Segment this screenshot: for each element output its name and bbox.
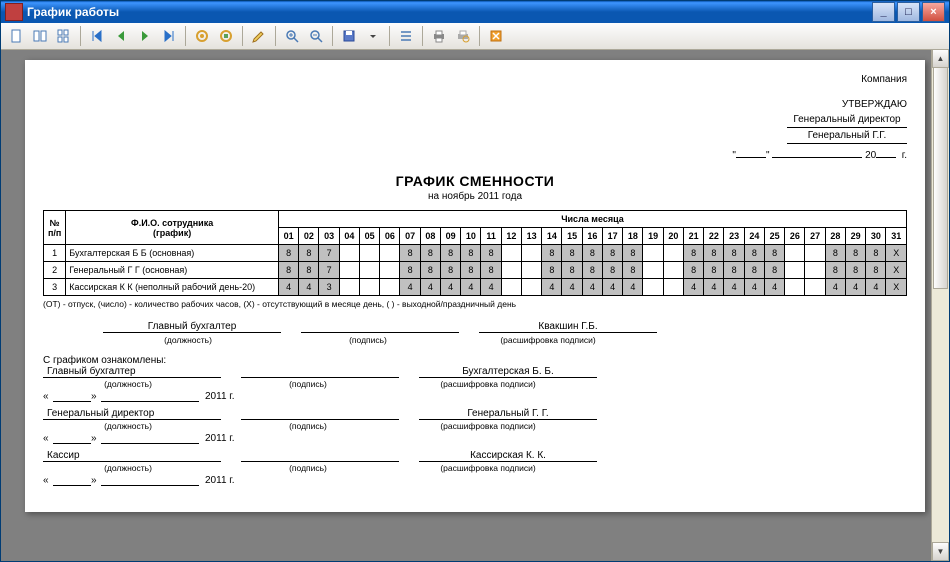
day-header: 23 — [724, 228, 744, 245]
day-header: 20 — [663, 228, 683, 245]
page-multi-icon[interactable] — [53, 25, 75, 47]
document-page: Компания УТВЕРЖДАЮ Генеральный директор … — [25, 60, 925, 512]
day-header: 09 — [440, 228, 460, 245]
toolbar — [1, 23, 949, 50]
day-header: 31 — [886, 228, 907, 245]
approve-label: УТВЕРЖДАЮ — [43, 97, 907, 112]
app-icon — [5, 3, 23, 21]
page-double-icon[interactable] — [29, 25, 51, 47]
doc-subtitle: на ноябрь 2011 года — [43, 191, 907, 202]
day-header: 10 — [461, 228, 481, 245]
day-header: 17 — [602, 228, 622, 245]
schedule-table: №п/пФ.И.О. сотрудника(график)Числа месяц… — [43, 210, 907, 296]
vertical-scrollbar[interactable]: ▲ ▼ — [931, 49, 949, 561]
day-header: 13 — [521, 228, 541, 245]
day-header: 05 — [359, 228, 379, 245]
day-header: 28 — [825, 228, 845, 245]
exit-icon[interactable] — [485, 25, 507, 47]
prev-page-icon[interactable] — [110, 25, 132, 47]
day-header: 25 — [764, 228, 784, 245]
window-title: График работы — [27, 5, 119, 19]
header-block: Компания УТВЕРЖДАЮ Генеральный директор … — [43, 72, 907, 163]
edit-icon[interactable] — [248, 25, 270, 47]
close-button[interactable]: × — [922, 2, 945, 22]
day-header: 12 — [501, 228, 521, 245]
zoom-in-icon[interactable] — [281, 25, 303, 47]
maximize-button[interactable]: □ — [897, 2, 920, 22]
day-header: 22 — [704, 228, 724, 245]
first-page-icon[interactable] — [86, 25, 108, 47]
day-header: 26 — [785, 228, 805, 245]
col-num: №п/п — [44, 211, 66, 245]
day-header: 30 — [866, 228, 886, 245]
day-header: 06 — [380, 228, 400, 245]
year-prefix: 20 — [865, 150, 876, 161]
settings2-icon[interactable] — [215, 25, 237, 47]
print-icon[interactable] — [428, 25, 450, 47]
table-row: 1Бухгалтерская Б Б (основная)88788888888… — [44, 245, 907, 262]
doc-title: ГРАФИК СМЕННОСТИ — [43, 173, 907, 189]
day-header: 18 — [623, 228, 643, 245]
day-header: 01 — [278, 228, 298, 245]
company-label: Компания — [43, 72, 907, 87]
page-single-icon[interactable] — [5, 25, 27, 47]
day-header: 11 — [481, 228, 501, 245]
day-header: 08 — [420, 228, 440, 245]
minimize-button[interactable]: _ — [872, 2, 895, 22]
scroll-up-icon[interactable]: ▲ — [932, 49, 949, 68]
day-header: 04 — [339, 228, 359, 245]
day-header: 27 — [805, 228, 825, 245]
settings-icon[interactable] — [191, 25, 213, 47]
scroll-thumb[interactable] — [933, 67, 948, 289]
sig-sign — [301, 321, 459, 333]
year-suffix: г. — [902, 150, 907, 161]
quote-open: " — [732, 150, 736, 161]
list-icon[interactable] — [395, 25, 417, 47]
day-header: 29 — [845, 228, 865, 245]
day-header: 07 — [400, 228, 420, 245]
sig-position: Главный бухгалтер — [103, 321, 281, 333]
approver-position: Генеральный директор — [787, 112, 907, 128]
ack-block: С графиком ознакомлены: Главный бухгалте… — [43, 355, 907, 486]
table-row: 2Генеральный Г Г (основная)8878888888888… — [44, 262, 907, 279]
last-page-icon[interactable] — [158, 25, 180, 47]
titlebar: График работы _ □ × — [1, 1, 949, 23]
save-dropdown-icon[interactable] — [362, 25, 384, 47]
day-header: 19 — [643, 228, 663, 245]
sig-name: Квакшин Г.Б. — [479, 321, 657, 333]
zoom-out-icon[interactable] — [305, 25, 327, 47]
day-header: 02 — [299, 228, 319, 245]
main-signature: Главный бухгалтер Квакшин Г.Б. (должност… — [43, 321, 907, 345]
col-days-title: Числа месяца — [278, 211, 906, 228]
scroll-down-icon[interactable]: ▼ — [932, 542, 949, 561]
workspace: Компания УТВЕРЖДАЮ Генеральный директор … — [1, 50, 949, 561]
day-header: 24 — [744, 228, 764, 245]
next-page-icon[interactable] — [134, 25, 156, 47]
day-header: 16 — [582, 228, 602, 245]
day-header: 15 — [562, 228, 582, 245]
col-name: Ф.И.О. сотрудника(график) — [66, 211, 279, 245]
ack-title: С графиком ознакомлены: — [43, 355, 907, 366]
legend: (ОТ) - отпуск, (число) - количество рабо… — [43, 299, 907, 309]
day-header: 14 — [542, 228, 562, 245]
approver-name: Генеральный Г.Г. — [787, 128, 907, 144]
print-preview-icon[interactable] — [452, 25, 474, 47]
day-header: 21 — [683, 228, 703, 245]
quote-close: " — [766, 150, 770, 161]
table-row: 3Кассирская К К (неполный рабочий день-2… — [44, 279, 907, 296]
save-icon[interactable] — [338, 25, 360, 47]
day-header: 03 — [319, 228, 339, 245]
